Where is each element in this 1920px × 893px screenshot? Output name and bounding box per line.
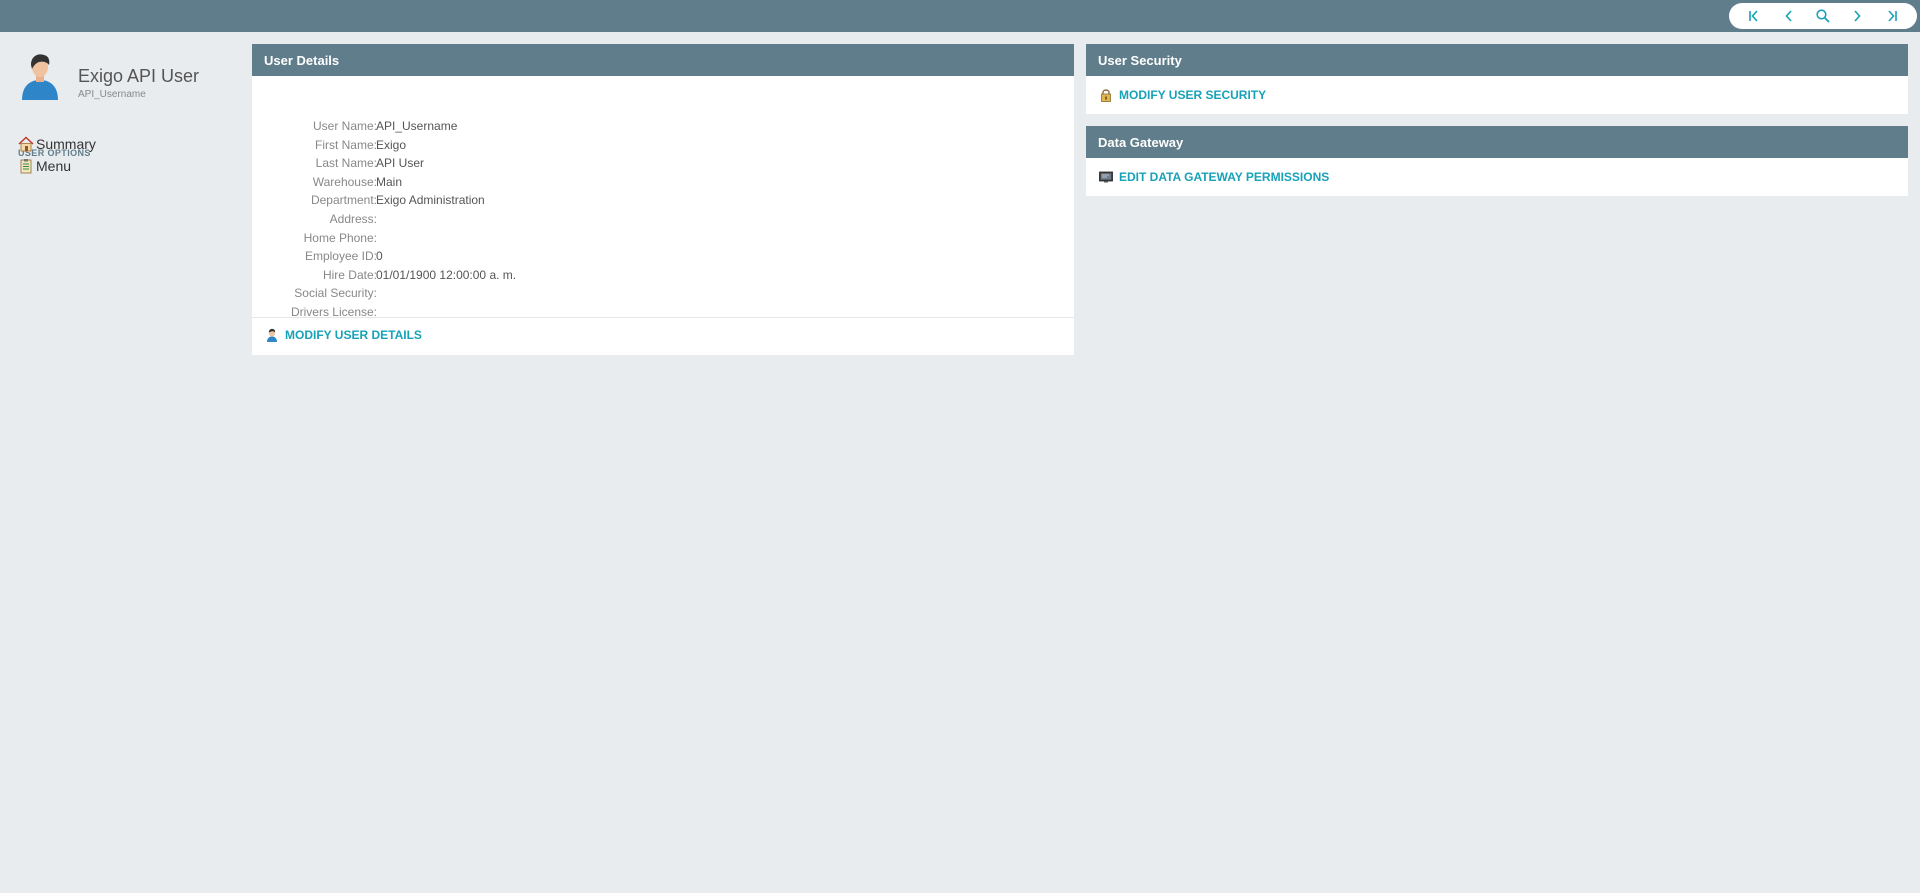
detail-row-user-name: User Name: API_Username	[252, 119, 852, 137]
sidebar-item-menu[interactable]: Menu	[18, 156, 71, 176]
detail-value: Main	[376, 175, 403, 189]
detail-row-first-name: First Name: Exigo	[252, 138, 852, 156]
detail-row-hire-date: Hire Date: 01/01/1900 12:00:00 a. m.	[252, 268, 852, 286]
detail-label: Drivers License:	[290, 305, 377, 319]
detail-label: Home Phone:	[303, 231, 377, 245]
action-label: MODIFY USER SECURITY	[1119, 88, 1267, 102]
detail-value: API_Username	[376, 119, 458, 133]
last-page-icon	[1888, 10, 1897, 22]
home-icon	[18, 136, 34, 152]
sidebar-item-label: Summary	[36, 136, 96, 152]
last-record-button[interactable]	[1877, 4, 1907, 28]
monitor-icon	[1099, 171, 1113, 183]
detail-row-drivers-license: Drivers License:	[252, 305, 852, 323]
detail-row-address: Address:	[252, 212, 852, 230]
detail-value: 0	[376, 249, 383, 263]
search-button[interactable]	[1808, 4, 1838, 28]
data-gateway-panel: Data Gateway EDIT DATA GATEWAY PERMISSIO…	[1086, 126, 1908, 196]
previous-icon	[1785, 10, 1792, 22]
lock-icon	[1101, 89, 1111, 102]
sidebar-item-summary[interactable]: Summary	[18, 134, 96, 154]
detail-value: API User	[376, 156, 425, 170]
previous-record-button[interactable]	[1774, 4, 1804, 28]
profile-name: Exigo API User	[78, 66, 200, 86]
detail-row-department: Department: Exigo Administration	[252, 193, 852, 211]
panel-title: User Security	[1086, 44, 1908, 76]
detail-label: User Name:	[312, 119, 377, 133]
user-security-panel: User Security MODIFY USER SECURITY	[1086, 44, 1908, 114]
record-navigation	[1729, 3, 1917, 29]
detail-row-home-phone: Home Phone:	[252, 231, 852, 249]
detail-label: Warehouse:	[312, 175, 377, 189]
user-details-list: User Name: API_Username First Name: Exig…	[252, 76, 1074, 319]
profile-username: API_Username	[78, 89, 146, 100]
action-label: MODIFY USER DETAILS	[285, 328, 422, 342]
user-avatar-icon	[22, 54, 58, 100]
first-record-button[interactable]	[1739, 4, 1769, 28]
user-icon	[267, 328, 277, 342]
next-record-button[interactable]	[1842, 4, 1872, 28]
detail-label: Employee ID:	[304, 249, 377, 263]
detail-value: Exigo Administration	[376, 193, 485, 207]
clipboard-icon	[20, 159, 32, 174]
user-profile: Exigo API User API_Username	[18, 50, 248, 106]
sidebar-item-label: Menu	[36, 158, 72, 174]
modify-user-details-link[interactable]: MODIFY USER DETAILS	[265, 328, 422, 342]
detail-row-last-name: Last Name: API User	[252, 156, 852, 174]
first-page-icon	[1749, 10, 1758, 22]
detail-label: Last Name:	[315, 156, 377, 170]
detail-value: 01/01/1900 12:00:00 a. m.	[376, 268, 517, 282]
detail-row-warehouse: Warehouse: Main	[252, 175, 852, 193]
edit-data-gateway-permissions-link[interactable]: EDIT DATA GATEWAY PERMISSIONS	[1099, 170, 1329, 184]
detail-label: Department:	[310, 193, 377, 207]
detail-label: Address:	[329, 212, 377, 226]
detail-value: Exigo	[376, 138, 407, 152]
panel-title: Data Gateway	[1086, 126, 1908, 158]
panel-title: User Details	[252, 44, 1074, 76]
action-label: EDIT DATA GATEWAY PERMISSIONS	[1119, 170, 1330, 184]
modify-user-security-link[interactable]: MODIFY USER SECURITY	[1099, 88, 1266, 102]
top-bar	[0, 0, 1920, 32]
search-icon	[1816, 9, 1830, 23]
detail-label: Hire Date:	[322, 268, 377, 282]
detail-row-social-security: Social Security:	[252, 286, 852, 304]
user-details-panel: User Details User Name: API_Username Fir…	[252, 44, 1074, 355]
detail-row-employee-id: Employee ID: 0	[252, 249, 852, 267]
detail-label: First Name:	[314, 138, 377, 152]
next-icon	[1854, 10, 1861, 22]
detail-label: Social Security:	[294, 286, 377, 300]
